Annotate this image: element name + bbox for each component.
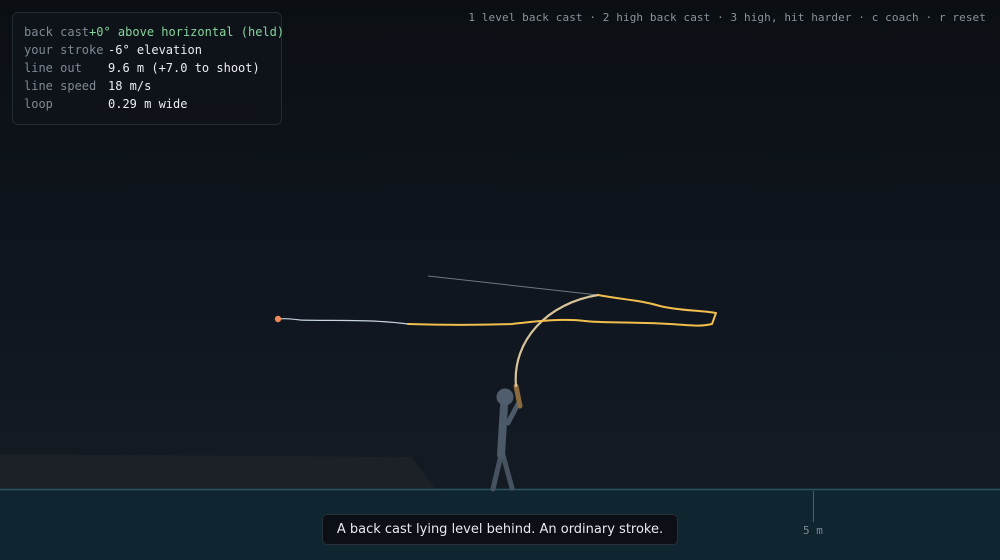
stat-row-line-speed: line speed 18 m/s	[24, 77, 270, 95]
shore-bank	[0, 454, 436, 490]
stat-value: 0.29 m wide	[108, 97, 188, 111]
fly-icon	[274, 315, 282, 323]
stat-value: -6° elevation	[108, 43, 202, 57]
stat-label: loop	[24, 97, 53, 111]
angler-body	[497, 402, 508, 459]
cast-stats-panel: back cast +0° above horizontal (held) yo…	[12, 12, 284, 125]
distance-scale-label: 5 m	[803, 524, 823, 537]
stat-row-line-out: line out 9.6 m (+7.0 to shoot)	[24, 59, 270, 77]
aim-guide-line	[427, 275, 599, 296]
angler-figure	[490, 388, 521, 492]
stat-label: back cast	[24, 25, 90, 39]
stat-label: line speed	[24, 79, 97, 93]
angler-leg-left	[490, 452, 504, 492]
stat-row-loop: loop 0.29 m wide	[24, 95, 270, 113]
fly-rod	[514, 293, 600, 388]
keyboard-controls-hint: 1 level back cast · 2 high back cast · 3…	[468, 11, 986, 24]
stat-value: 18 m/s	[108, 79, 152, 93]
leader-line	[278, 317, 409, 325]
stat-row-your-stroke: your stroke -6° elevation	[24, 41, 270, 59]
feedback-message: A back cast lying level behind. An ordin…	[322, 514, 678, 545]
angler-head	[496, 388, 514, 406]
stat-label: your stroke	[24, 43, 104, 57]
stat-label: line out	[24, 61, 82, 75]
angler-leg-right	[500, 452, 515, 491]
stat-row-back-cast: back cast +0° above horizontal (held)	[24, 23, 284, 41]
angler-arm	[505, 401, 521, 426]
fly-line	[407, 294, 717, 327]
stat-value: +0° above horizontal (held)	[89, 25, 285, 39]
stat-value: 9.6 m (+7.0 to shoot)	[108, 61, 260, 75]
